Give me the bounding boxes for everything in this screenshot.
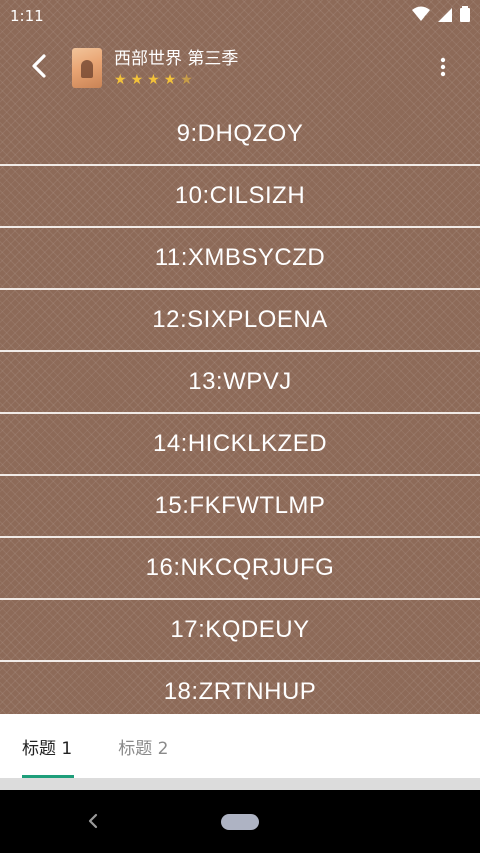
status-bar: 1:11 — [0, 0, 480, 32]
tab-label: 标题 2 — [118, 738, 169, 759]
star-icon: ★ — [147, 72, 160, 88]
more-options-button[interactable] — [428, 54, 458, 84]
show-title: 西部世界 第三季 — [114, 49, 239, 69]
episode-list[interactable]: 9:DHQZOY 10:CILSIZH 11:XMBSYCZD 12:SIXPL… — [0, 104, 480, 714]
wifi-icon — [412, 6, 430, 26]
nav-back-icon — [86, 813, 100, 836]
episode-item[interactable]: 17:KQDEUY — [0, 600, 480, 662]
app-screen: 1:11 西部世界 第三季 ★ ★ ★ ★ ★ 9:DHQZOY 10:CILS… — [0, 0, 480, 853]
episode-item[interactable]: 9:DHQZOY — [0, 104, 480, 166]
nav-back-button[interactable] — [86, 810, 100, 832]
battery-icon — [460, 6, 470, 26]
nav-home-pill[interactable] — [221, 813, 259, 830]
star-icon: ★ — [114, 72, 127, 88]
system-nav-bar — [0, 790, 480, 853]
tab-divider — [0, 778, 480, 790]
cell-signal-icon — [438, 6, 452, 26]
show-title-block: 西部世界 第三季 ★ ★ ★ ★ ★ — [114, 48, 238, 88]
rating-stars: ★ ★ ★ ★ ★ — [114, 72, 238, 88]
episode-item[interactable]: 13:WPVJ — [0, 352, 480, 414]
status-icons — [412, 6, 470, 26]
episode-item[interactable]: 11:XMBSYCZD — [0, 228, 480, 290]
episode-item[interactable]: 15:FKFWTLMP — [0, 476, 480, 538]
star-icon: ★ — [130, 72, 144, 88]
episode-item[interactable]: 12:SIXPLOENA — [0, 290, 480, 352]
star-half-icon: ★ — [180, 72, 193, 88]
episode-item[interactable]: 10:CILSIZH — [0, 166, 480, 228]
tab-title-1[interactable]: 标题 1 — [22, 714, 75, 778]
episode-item[interactable]: 18:ZRTNHUP — [0, 662, 480, 714]
more-vertical-icon — [440, 57, 446, 81]
episode-item[interactable]: 16:NKCQRJUFG — [0, 538, 480, 600]
episode-item[interactable]: 14:HICKLKZED — [0, 414, 480, 476]
chevron-left-icon — [30, 53, 48, 83]
tab-label: 标题 1 — [22, 738, 73, 759]
star-icon: ★ — [163, 72, 177, 88]
tab-title-2[interactable]: 标题 2 — [118, 714, 168, 778]
back-button[interactable] — [12, 41, 66, 95]
show-cover-thumbnail — [72, 48, 102, 88]
status-time: 1:11 — [10, 7, 44, 25]
toolbar: 西部世界 第三季 ★ ★ ★ ★ ★ — [0, 32, 480, 104]
tab-bar: 标题 1 标题 2 — [0, 714, 480, 778]
